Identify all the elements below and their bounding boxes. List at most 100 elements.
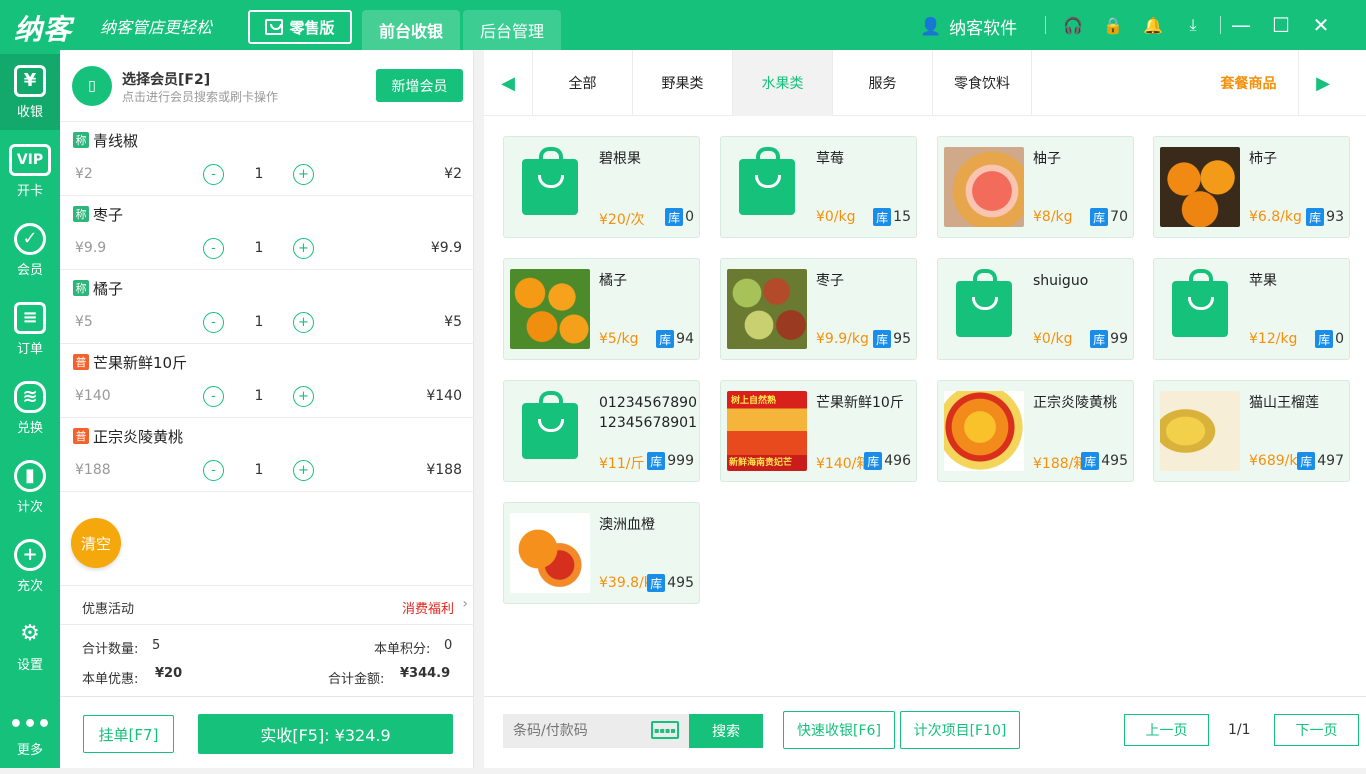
product-card[interactable]: 柿子 ¥6.8/kg 库 93 (1153, 136, 1350, 238)
stock-badge: 库 (1090, 330, 1109, 348)
sidebar-label: 设置 (16, 657, 43, 673)
sidebar-item-vip[interactable]: VIP 开卡 (0, 133, 60, 209)
category-tab[interactable]: 全部 (532, 50, 632, 116)
promotion-row[interactable]: 优惠活动 消费福利 › (60, 585, 474, 625)
category-tab[interactable]: 零食饮料 (932, 50, 1032, 116)
product-card[interactable]: 猫山王榴莲 ¥689/kg 库 497 (1153, 380, 1350, 482)
product-name: 草莓 (816, 151, 844, 167)
increase-button[interactable]: + (293, 386, 314, 407)
stock-badge: 库 (1315, 330, 1334, 348)
decrease-button[interactable]: - (203, 164, 224, 185)
stock-count: 495 (1101, 453, 1128, 469)
decrease-button[interactable]: - (203, 460, 224, 481)
decrease-button[interactable]: - (203, 312, 224, 333)
points-value: 0 (444, 638, 453, 653)
product-card[interactable]: 草莓 ¥0/kg 库 15 (720, 136, 917, 238)
category-tab-active[interactable]: 水果类 (732, 50, 832, 116)
sidebar-item-cashier[interactable]: ¥ 收银 (0, 54, 60, 130)
keyboard-icon[interactable]: ▪▪▪▪ (651, 721, 679, 739)
orange-image (510, 269, 590, 349)
promotion-link[interactable]: 消费福利 (402, 598, 454, 617)
product-card[interactable]: 澳洲血橙 ¥39.8/kg 库 495 (503, 502, 700, 604)
cart-item[interactable]: 称 青线椒 ¥2 - 1 + ¥2 (60, 122, 474, 196)
points-label: 本单积分: (374, 642, 431, 657)
product-stock: 库 15 (873, 208, 911, 226)
product-name: shuiguo (1033, 273, 1089, 289)
product-card[interactable]: 树上自然熟 新鲜海南贵妃芒 芒果新鲜10斤 ¥140/箱 库 496 (720, 380, 917, 482)
cart-item[interactable]: 普 正宗炎陵黄桃 ¥188 - 1 + ¥188 (60, 418, 474, 492)
tab-front-cashier[interactable]: 前台收银 (362, 10, 460, 50)
app-slogan: 纳客管店更轻松 (100, 18, 213, 37)
increase-button[interactable]: + (293, 164, 314, 185)
quick-pay-button[interactable]: 快速收银[F6] (783, 711, 895, 749)
stock-count: 495 (667, 575, 694, 591)
product-card[interactable]: 正宗炎陵黄桃 ¥188/箱 库 495 (937, 380, 1134, 482)
sidebar-item-recharge[interactable]: + 充次 (0, 528, 60, 604)
sidebar-label: 收银 (16, 104, 43, 120)
sidebar-item-exchange[interactable]: ≋ 兑换 (0, 370, 60, 446)
add-member-button[interactable]: 新增会员 (376, 69, 463, 102)
maximize-icon[interactable]: ☐ (1270, 12, 1292, 38)
product-price: ¥12/kg (1249, 331, 1298, 347)
product-card[interactable]: 苹果 ¥12/kg 库0 (1153, 258, 1350, 360)
item-quantity[interactable]: 1 (246, 462, 272, 478)
product-card[interactable]: shuiguo ¥0/kg 库 99 (937, 258, 1134, 360)
item-quantity[interactable]: 1 (246, 240, 272, 256)
mango-banner-top: 树上自然熟 (731, 396, 777, 406)
cart-item[interactable]: 称 橘子 ¥5 - 1 + ¥5 (60, 270, 474, 344)
prev-page-button[interactable]: 上一页 (1124, 714, 1209, 746)
sidebar: ¥ 收银 VIP 开卡 ✓ 会员 ≡ 订单 ≋ 兑换 ▮ 计次 + 充次 ⚙ 设… (0, 50, 60, 768)
sidebar-label: 兑换 (16, 420, 43, 436)
sidebar-item-order[interactable]: ≡ 订单 (0, 291, 60, 367)
minimize-icon[interactable]: — (1230, 12, 1252, 38)
blood-orange-image (510, 513, 590, 593)
sidebar-item-more[interactable]: ••• 更多 (0, 698, 60, 774)
download-icon[interactable]: ⤓ (1180, 12, 1206, 38)
category-next-icon[interactable]: ▶ (1299, 50, 1347, 116)
member-select[interactable]: ▯ 选择会员[F2] 点击进行会员搜索或刷卡操作 新增会员 (60, 50, 474, 122)
cart-item[interactable]: 普 芒果新鲜10斤 ¥140 - 1 + ¥140 (60, 344, 474, 418)
cart-item[interactable]: 称 枣子 ¥9.9 - 1 + ¥9.9 (60, 196, 474, 270)
next-page-button[interactable]: 下一页 (1274, 714, 1359, 746)
category-prev-icon[interactable]: ◀ (484, 50, 532, 116)
product-card[interactable]: 柚子 ¥8/kg 库 70 (937, 136, 1134, 238)
product-image (510, 147, 590, 227)
count-items-button[interactable]: 计次项目[F10] (900, 711, 1020, 749)
pay-button[interactable]: 实收[F5]: ¥324.9 (198, 714, 453, 754)
user-icon: 👤 (920, 16, 942, 37)
bell-icon[interactable]: 🔔 (1140, 12, 1166, 38)
user-info[interactable]: 👤 纳客软件 (920, 14, 1018, 40)
increase-button[interactable]: + (293, 460, 314, 481)
product-image (944, 269, 1024, 349)
decrease-button[interactable]: - (203, 238, 224, 259)
item-quantity[interactable]: 1 (246, 388, 272, 404)
edition-label: 零售版 (289, 18, 335, 37)
hold-order-button[interactable]: 挂单[F7] (83, 715, 174, 753)
category-tab[interactable]: 野果类 (632, 50, 732, 116)
combo-products-tab[interactable]: 套餐商品 (1199, 50, 1299, 116)
product-card[interactable]: 橘子 ¥5/kg 库 94 (503, 258, 700, 360)
close-icon[interactable]: ✕ (1310, 12, 1332, 38)
order-summary: 合计数量: 5 本单积分: 0 本单优惠: ¥20 合计金额: ¥344.9 (60, 626, 474, 696)
sidebar-item-count[interactable]: ▮ 计次 (0, 449, 60, 525)
stock-badge: 库 (1081, 452, 1100, 470)
decrease-button[interactable]: - (203, 386, 224, 407)
increase-button[interactable]: + (293, 238, 314, 259)
divider (1045, 16, 1046, 34)
product-card[interactable]: 碧根果 ¥20/次 库0 (503, 136, 700, 238)
increase-button[interactable]: + (293, 312, 314, 333)
tab-back-admin[interactable]: 后台管理 (463, 10, 561, 50)
sidebar-item-settings[interactable]: ⚙ 设置 (0, 607, 60, 683)
edition-badge[interactable]: 零售版 (248, 10, 352, 44)
clear-cart-button[interactable]: 清空 (71, 518, 121, 568)
user-name: 纳客软件 (949, 19, 1018, 39)
headset-icon[interactable]: 🎧 (1060, 12, 1086, 38)
lock-icon[interactable]: 🔒 (1100, 12, 1126, 38)
category-tab[interactable]: 服务 (832, 50, 932, 116)
item-quantity[interactable]: 1 (246, 314, 272, 330)
item-quantity[interactable]: 1 (246, 166, 272, 182)
product-card[interactable]: 0123456789012345678901 ¥11/斤 库 999 (503, 380, 700, 482)
search-button[interactable]: 搜索 (689, 714, 763, 748)
product-card[interactable]: 枣子 ¥9.9/kg 库 95 (720, 258, 917, 360)
sidebar-item-member[interactable]: ✓ 会员 (0, 212, 60, 288)
